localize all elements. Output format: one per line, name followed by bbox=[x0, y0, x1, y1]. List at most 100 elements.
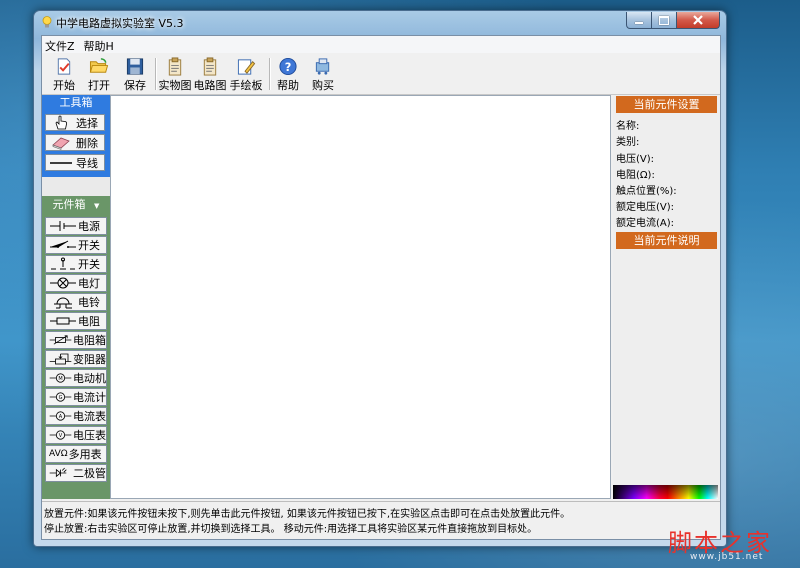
component-galvanometer-button[interactable]: G 电流计 bbox=[45, 388, 107, 406]
status-hint-stop-move: 停止放置:右击实验区可停止放置,并切换到选择工具。 移动元件:用选择工具将实验区… bbox=[44, 524, 538, 535]
rheostat-symbol-icon bbox=[49, 353, 72, 365]
push-switch-symbol-icon bbox=[51, 257, 75, 270]
help-label: 帮助 bbox=[277, 79, 299, 92]
component-label: 电铃 bbox=[78, 296, 100, 309]
svg-text:M: M bbox=[58, 376, 62, 382]
prop-resistance: 电阻(Ω): bbox=[616, 170, 655, 181]
component-diode-button[interactable]: 二极管 bbox=[45, 464, 107, 482]
start-button[interactable]: 开始 bbox=[52, 55, 76, 93]
maximize-button[interactable] bbox=[652, 12, 677, 29]
component-label: 二极管 bbox=[73, 467, 106, 480]
floppy-disk-icon bbox=[126, 58, 144, 75]
component-resistor-button[interactable]: 电阻 bbox=[45, 312, 107, 330]
component-settings-header: 当前元件设置 bbox=[616, 96, 717, 113]
menu-help[interactable]: 帮助H bbox=[81, 36, 120, 53]
lightbulb-icon bbox=[42, 16, 52, 28]
wire-line-icon bbox=[50, 162, 72, 164]
component-multimeter-button[interactable]: AVΩ 多用表 bbox=[45, 445, 107, 463]
motor-symbol-icon: M bbox=[49, 373, 72, 383]
component-motor-button[interactable]: M 电动机 bbox=[45, 369, 107, 387]
resistor-symbol-icon bbox=[50, 317, 76, 325]
component-lamp-button[interactable]: 电灯 bbox=[45, 274, 107, 292]
resistor-box-symbol-icon bbox=[49, 335, 72, 345]
maximize-icon bbox=[659, 15, 669, 25]
cart-icon bbox=[315, 58, 330, 75]
components-header[interactable]: 元件箱 ▼ bbox=[42, 196, 110, 214]
svg-text:G: G bbox=[59, 395, 63, 401]
delete-tool-label: 删除 bbox=[76, 136, 98, 150]
component-label: 电灯 bbox=[78, 277, 100, 290]
component-resistor-box-button[interactable]: 电阻箱 bbox=[45, 331, 107, 349]
svg-text:?: ? bbox=[285, 60, 292, 74]
physical-view-button[interactable]: 实物图 bbox=[158, 55, 192, 93]
chevron-down-icon: ▼ bbox=[94, 202, 100, 210]
status-hint-place: 放置元件:如果该元件按钮未按下,则先单击此元件按钮, 如果该元件按钮已按下,在实… bbox=[44, 509, 571, 520]
component-switch-button[interactable]: 开关 bbox=[45, 236, 107, 254]
component-push-switch-button[interactable]: 开关 bbox=[45, 255, 107, 273]
component-battery-button[interactable]: 电源 bbox=[45, 217, 107, 235]
physical-view-label: 实物图 bbox=[158, 79, 192, 92]
select-tool-button[interactable]: 选择 bbox=[45, 114, 105, 131]
component-label: 电动机 bbox=[73, 372, 106, 385]
close-button[interactable] bbox=[677, 12, 720, 29]
experiment-canvas[interactable] bbox=[110, 95, 611, 499]
clipboard-icon bbox=[168, 57, 182, 76]
prop-voltage: 电压(V): bbox=[616, 154, 655, 165]
open-button[interactable]: 打开 bbox=[87, 55, 111, 93]
circuit-view-label: 电路图 bbox=[193, 79, 227, 92]
prop-rated-current: 额定电流(A): bbox=[616, 218, 675, 229]
component-label: 电流表 bbox=[73, 410, 106, 423]
help-icon: ? bbox=[279, 57, 297, 76]
circuit-view-button[interactable]: 电路图 bbox=[193, 55, 227, 93]
component-description-header: 当前元件说明 bbox=[616, 232, 717, 249]
clipboard-icon bbox=[203, 57, 217, 76]
left-panel: 工具箱 选择 删除 导线 元件箱 ▼ 电源 开关 开关 电灯 电铃 电阻 电阻箱… bbox=[42, 95, 110, 499]
battery-symbol-icon bbox=[50, 221, 76, 231]
delete-tool-button[interactable]: 删除 bbox=[45, 134, 105, 151]
toolbar-separator bbox=[155, 58, 157, 90]
prop-contact-position: 触点位置(%): bbox=[616, 186, 677, 197]
component-rheostat-button[interactable]: 变阻器 bbox=[45, 350, 107, 368]
component-label: 开关 bbox=[78, 258, 100, 271]
properties-panel: 当前元件设置 名称: 类别: 电压(V): 电阻(Ω): 触点位置(%): 额定… bbox=[613, 95, 720, 499]
watermark-url: www.jb51.net bbox=[690, 552, 764, 562]
sketch-board-label: 手绘板 bbox=[229, 79, 263, 92]
lamp-symbol-icon bbox=[50, 277, 76, 289]
component-label: 电源 bbox=[78, 220, 100, 233]
svg-text:A: A bbox=[59, 414, 63, 420]
component-label: 变阻器 bbox=[73, 353, 106, 366]
svg-text:V: V bbox=[59, 433, 63, 439]
save-button[interactable]: 保存 bbox=[123, 55, 147, 93]
title-bar[interactable]: 中学电路虚拟实验室 V5.3 bbox=[34, 11, 726, 33]
galvanometer-symbol-icon: G bbox=[49, 392, 72, 402]
new-document-icon bbox=[57, 58, 71, 75]
bell-symbol-icon bbox=[54, 297, 72, 309]
wire-tool-button[interactable]: 导线 bbox=[45, 154, 105, 171]
window-controls bbox=[626, 12, 720, 29]
ammeter-symbol-icon: A bbox=[49, 411, 72, 421]
toolbar: 开始 打开 保存 实物图 电路图 手绘板 ? 帮助 购买 bbox=[42, 54, 720, 95]
component-ammeter-button[interactable]: A 电流表 bbox=[45, 407, 107, 425]
component-voltmeter-button[interactable]: V 电压表 bbox=[45, 426, 107, 444]
start-label: 开始 bbox=[53, 79, 75, 92]
component-label: 电阻箱 bbox=[73, 334, 106, 347]
components-box: 电源 开关 开关 电灯 电铃 电阻 电阻箱 变阻器 M 电动机 G 电流计 A … bbox=[42, 214, 110, 499]
close-icon bbox=[693, 15, 703, 25]
component-bell-button[interactable]: 电铃 bbox=[45, 293, 107, 311]
help-button[interactable]: ? 帮助 bbox=[276, 55, 300, 93]
component-label: 开关 bbox=[78, 239, 100, 252]
sketch-board-button[interactable]: 手绘板 bbox=[229, 55, 263, 93]
save-label: 保存 bbox=[124, 79, 146, 92]
prop-rated-voltage: 额定电压(V): bbox=[616, 202, 675, 213]
buy-label: 购买 bbox=[312, 79, 334, 92]
toolbar-separator bbox=[269, 58, 271, 90]
voltmeter-symbol-icon: V bbox=[49, 430, 72, 440]
toolbox-header: 工具箱 bbox=[42, 95, 110, 111]
eraser-icon bbox=[52, 137, 70, 150]
buy-button[interactable]: 购买 bbox=[311, 55, 335, 93]
minimize-button[interactable] bbox=[626, 12, 652, 29]
app-window: 中学电路虚拟实验室 V5.3 文件Z 帮助H 开始 打开 保存 实物图 电路图 … bbox=[33, 10, 727, 547]
wire-tool-label: 导线 bbox=[76, 156, 98, 170]
prop-category: 类别: bbox=[616, 137, 640, 148]
menu-file[interactable]: 文件Z bbox=[42, 36, 81, 53]
